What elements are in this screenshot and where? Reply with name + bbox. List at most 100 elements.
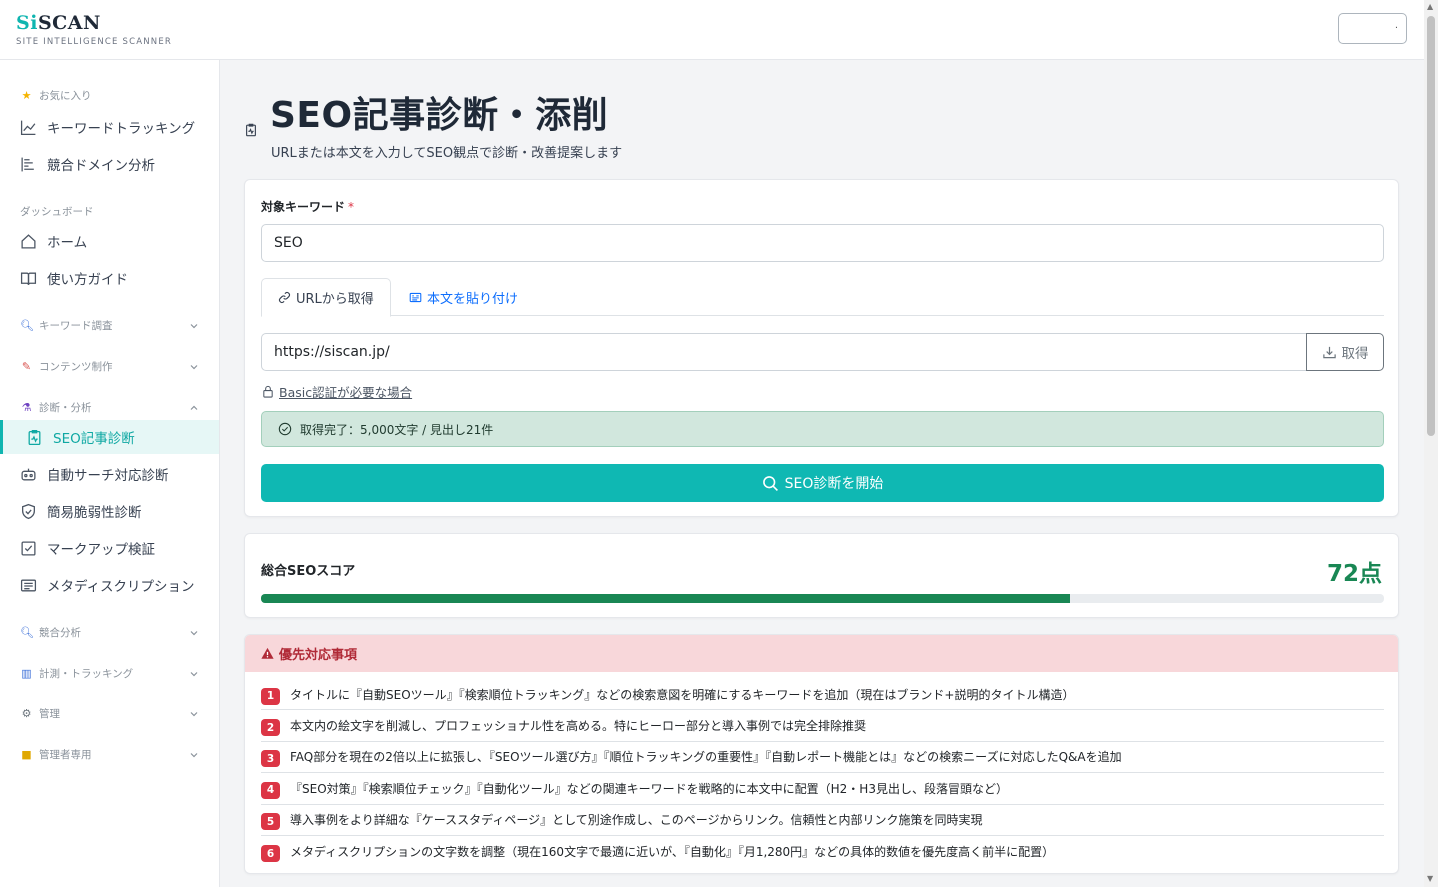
section-admin[interactable]: ⚙ 管理 [20, 706, 200, 721]
sidebar-item-competitor-domain[interactable]: 競合ドメイン分析 [0, 147, 219, 181]
sidebar-item-label: SEO記事診断 [53, 431, 135, 447]
priority-header: 優先対応事項 [245, 635, 1398, 672]
section-content[interactable]: ✎ コンテンツ制作 [20, 359, 200, 374]
check-circle-icon [278, 422, 292, 436]
link-icon [278, 291, 291, 304]
section-label: キーワード調査 [39, 320, 113, 332]
priority-number-badge: 2 [261, 719, 280, 737]
magnifier-icon: 🔍︎ [20, 626, 34, 639]
gear-icon: ⚙ [21, 707, 32, 720]
logo-prefix: Si [16, 12, 38, 34]
check-square-icon [20, 540, 37, 557]
score-value: 72点 [1326, 561, 1382, 587]
score-label: 総合SEOスコア [261, 564, 356, 579]
start-diagnosis-button[interactable]: SEO診断を開始 [261, 464, 1384, 502]
star-icon: ★ [21, 89, 32, 102]
robot-icon [20, 466, 37, 483]
scrollbar-thumb[interactable] [1427, 16, 1435, 436]
clipboard-pulse-icon [244, 122, 258, 138]
priority-text: 導入事例をより詳細な『ケーススタディページ』として別途作成し、このページからリン… [290, 813, 983, 828]
section-keyword-research[interactable]: 🔍︎ キーワード調査 [20, 318, 200, 333]
priority-text: 『SEO対策』『検索順位チェック』『自動化ツール』などの関連キーワードを戦略的に… [290, 781, 1008, 796]
section-tracking[interactable]: ▥ 計測・トラッキング [20, 666, 200, 681]
priority-number-badge: 6 [261, 845, 280, 863]
list-item: 5 導入事例をより詳細な『ケーススタディページ』として別途作成し、このページからリ… [261, 805, 1384, 836]
sidebar-item-home[interactable]: ホーム [0, 224, 219, 258]
sidebar-item-label: メタディスクリプション [47, 579, 195, 595]
download-icon [1322, 345, 1337, 360]
section-label: 競合分析 [39, 627, 81, 639]
list-item: 3 FAQ部分を現在の2倍以上に拡張し、『SEOツール選び方』『順位トラッキングの… [261, 742, 1384, 774]
priority-text: タイトルに『自動SEOツール』『検索順位トラッキング』などの検索意図を明確にする… [290, 687, 1075, 702]
chevron-down-icon [190, 711, 198, 716]
priority-number-badge: 3 [261, 750, 280, 768]
sidebar-item-seo-article[interactable]: SEO記事診断 [0, 420, 219, 454]
sidebar-item-keyword-tracking[interactable]: キーワードトラッキング [0, 110, 219, 144]
scroll-up-arrow-icon[interactable]: ▲ [1427, 2, 1433, 11]
card-text-icon [20, 577, 37, 594]
start-button-label: SEO診断を開始 [784, 476, 884, 492]
priority-number-badge: 5 [261, 813, 280, 831]
top-header: SiSCAN SITE INTELLIGENCE SCANNER . [0, 0, 1424, 60]
priority-card: 優先対応事項 1 タイトルに『自動SEOツール』『検索順位トラッキング』などの検索… [244, 634, 1399, 874]
sidebar-item-label: ホーム [47, 235, 88, 251]
tab-paste-label: 本文を貼り付け [427, 291, 519, 307]
warning-triangle-icon [261, 647, 274, 660]
logo[interactable]: SiSCAN SITE INTELLIGENCE SCANNER [16, 12, 172, 47]
sidebar-item-meta-description[interactable]: メタディスクリプション [0, 568, 219, 602]
memo-icon: ✎ [21, 360, 32, 373]
sidebar-item-auto-search[interactable]: 自動サーチ対応診断 [0, 457, 219, 491]
section-diagnosis[interactable]: ⚗ 診断・分析 [20, 400, 200, 415]
sidebar-item-guide[interactable]: 使い方ガイド [0, 261, 219, 295]
basic-auth-link[interactable]: Basic認証が必要な場合 [262, 382, 412, 401]
sidebar-item-label: 自動サーチ対応診断 [47, 468, 169, 484]
page-title: SEO記事診断・添削 [270, 95, 609, 136]
score-card: 総合SEOスコア 72点 [244, 533, 1399, 618]
fetch-button[interactable]: 取得 [1306, 333, 1384, 371]
search-icon [762, 475, 779, 492]
sidebar-item-vulnerability[interactable]: 簡易脆弱性診断 [0, 494, 219, 528]
section-label: コンテンツ制作 [39, 361, 113, 373]
tab-url-label: URLから取得 [296, 292, 374, 307]
list-item: 1 タイトルに『自動SEOツール』『検索順位トラッキング』などの検索意図を明確にす… [261, 679, 1384, 711]
sidebar: ★ お気に入り キーワードトラッキング 競合ドメイン分析 ダッシュボード ホーム… [0, 60, 220, 887]
section-competitor[interactable]: 🔍︎ 競合分析 [20, 625, 200, 640]
tab-paste[interactable]: 本文を貼り付け [393, 278, 534, 316]
priority-text: メタディスクリプションの文字数を調整（現在160文字で最適に近いが、『自動化』『… [290, 845, 1055, 860]
section-label: 管理者専用 [39, 749, 92, 761]
fetch-button-label: 取得 [1341, 346, 1369, 362]
basic-auth-text: Basic認証が必要な場合 [279, 385, 413, 400]
section-admin-only[interactable]: ■ 管理者専用 [20, 747, 200, 762]
logo-suffix: SCAN [37, 12, 101, 34]
chevron-down-icon [190, 752, 198, 757]
score-progress-fill [261, 594, 1070, 603]
scroll-down-arrow-icon[interactable]: ▼ [1427, 874, 1433, 883]
header-select[interactable]: . [1338, 13, 1407, 44]
chevron-down-icon [190, 671, 198, 676]
priority-list: 1 タイトルに『自動SEOツール』『検索順位トラッキング』などの検索意図を明確にす… [261, 679, 1384, 867]
dashboard-label-text: ダッシュボード [20, 206, 94, 218]
chevron-down-icon [190, 364, 198, 369]
book-icon [20, 270, 37, 287]
paste-icon [409, 291, 422, 304]
keyword-input[interactable] [261, 224, 1384, 262]
clipboard-pulse-icon [26, 429, 43, 446]
page-subtitle: URLまたは本文を入力してSEO観点で診断・改善提案します [271, 146, 623, 161]
favorites-label-text: お気に入り [39, 90, 92, 102]
source-tabs: URLから取得 本文を貼り付け [261, 278, 1384, 317]
input-card: 対象キーワード* URLから取得 本文を貼り付け 取得 Basic認証が必要な場… [244, 179, 1399, 517]
sidebar-item-markup[interactable]: マークアップ検証 [0, 531, 219, 565]
favorites-section-label: ★ お気に入り [20, 88, 92, 103]
keyword-label: 対象キーワード * [261, 198, 354, 215]
sidebar-item-label: 競合ドメイン分析 [47, 158, 155, 174]
list-item: 4 『SEO対策』『検索順位チェック』『自動化ツール』などの関連キーワードを戦略的… [261, 773, 1384, 805]
url-input[interactable] [261, 333, 1307, 371]
priority-number-badge: 1 [261, 687, 280, 705]
section-label: 診断・分析 [39, 402, 92, 414]
keyword-label-text: 対象キーワード [261, 200, 346, 214]
logo-wordmark: SiSCAN [16, 12, 172, 34]
chevron-down-icon [190, 630, 198, 635]
tab-url[interactable]: URLから取得 [261, 278, 391, 317]
priority-text: FAQ部分を現在の2倍以上に拡張し、『SEOツール選び方』『順位トラッキングの重… [290, 750, 1122, 765]
bar-list-icon [20, 156, 37, 173]
